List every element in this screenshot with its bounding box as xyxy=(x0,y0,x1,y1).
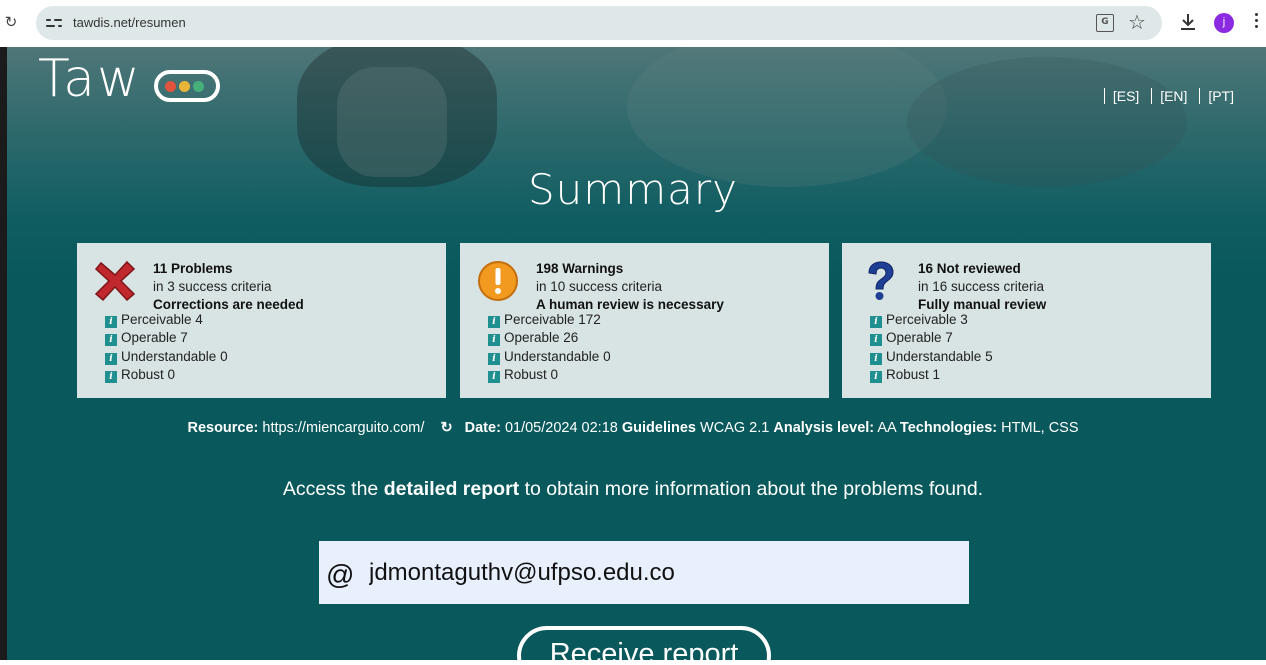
list-item[interactable]: i Perceivable 3 xyxy=(870,311,993,329)
list-item[interactable]: i Perceivable 172 xyxy=(488,311,611,329)
list-item[interactable]: i Robust 1 xyxy=(870,366,993,384)
info-icon[interactable]: i xyxy=(488,370,500,383)
guidelines-value: WCAG 2.1 xyxy=(700,420,770,436)
detailed-report-link[interactable]: detailed report xyxy=(384,478,519,500)
list-item[interactable]: i Operable 26 xyxy=(488,329,611,347)
info-icon[interactable]: i xyxy=(105,334,117,347)
list-item[interactable]: i Robust 0 xyxy=(105,366,228,384)
list-item[interactable]: i Understandable 0 xyxy=(105,348,228,366)
not-reviewed-criteria: in 16 success criteria xyxy=(918,279,1045,294)
warnings-criteria: in 10 success criteria xyxy=(536,279,663,294)
analysis-metadata: Resource: https://miencarguito.com/ ↻ Da… xyxy=(0,420,1266,436)
list-item[interactable]: i Operable 7 xyxy=(105,329,228,347)
left-edge xyxy=(0,47,7,665)
problems-note: Corrections are needed xyxy=(153,297,304,312)
level-value: AA xyxy=(877,420,896,436)
site-info-icon[interactable] xyxy=(46,15,62,31)
problems-count: 11 Problems xyxy=(153,261,233,276)
email-field-container: @ xyxy=(319,541,969,604)
warnings-count: 198 Warnings xyxy=(536,261,624,276)
lang-pt-link[interactable]: [PT] xyxy=(1199,88,1234,104)
resource-label: Resource: xyxy=(187,420,259,436)
list-item[interactable]: i Understandable 0 xyxy=(488,348,611,366)
list-item[interactable]: i Operable 7 xyxy=(870,329,993,347)
info-icon[interactable]: i xyxy=(870,352,882,365)
download-icon[interactable] xyxy=(1178,12,1198,32)
language-switcher: [ES] [EN] [PT] xyxy=(1096,88,1234,104)
not-reviewed-summary: 16 Not reviewed in 16 success criteria F… xyxy=(918,260,1046,314)
list-item[interactable]: i Robust 0 xyxy=(488,366,611,384)
url-text[interactable]: tawdis.net/resumen xyxy=(73,15,186,30)
not-reviewed-card: 16 Not reviewed in 16 success criteria F… xyxy=(842,243,1211,398)
list-item[interactable]: i Perceivable 4 xyxy=(105,311,228,329)
address-bar[interactable]: tawdis.net/resumen G ☆ xyxy=(36,6,1162,40)
profile-avatar[interactable]: j xyxy=(1214,13,1234,33)
info-icon[interactable]: i xyxy=(488,316,500,328)
not-reviewed-note: Fully manual review xyxy=(918,297,1047,312)
reload-icon[interactable]: ↻ xyxy=(3,12,19,32)
resource-url[interactable]: https://miencarguito.com/ xyxy=(262,420,424,436)
orange-exclamation-icon xyxy=(478,261,518,301)
refresh-icon[interactable]: ↻ xyxy=(440,420,452,436)
email-field[interactable] xyxy=(369,553,949,593)
info-icon[interactable]: i xyxy=(488,352,500,365)
date-label: Date: xyxy=(464,420,501,436)
problems-summary: 11 Problems in 3 success criteria Correc… xyxy=(153,260,304,314)
warnings-summary: 198 Warnings in 10 success criteria A hu… xyxy=(536,260,724,314)
problems-criteria: in 3 success criteria xyxy=(153,279,272,294)
problems-principles-list: i Perceivable 4 i Operable 7 i Understandab… xyxy=(105,311,228,384)
technologies-label: Technologies: xyxy=(899,420,998,436)
list-item[interactable]: i Understandable 5 xyxy=(870,348,993,366)
bookmark-star-icon[interactable]: ☆ xyxy=(1128,11,1146,33)
info-icon[interactable]: i xyxy=(870,334,882,347)
at-icon: @ xyxy=(326,559,355,590)
access-report-text: Access the detailed report to obtain mor… xyxy=(282,478,984,500)
page-title: Summary xyxy=(528,165,738,214)
info-icon[interactable]: i xyxy=(105,352,117,365)
not-reviewed-principles-list: i Perceivable 3 i Operable 7 i Understandab… xyxy=(870,311,993,384)
red-cross-icon xyxy=(94,260,136,302)
browser-menu-icon[interactable] xyxy=(1255,13,1259,33)
level-label: Analysis level: xyxy=(773,420,875,436)
warnings-note: A human review is necessary xyxy=(536,297,724,312)
not-reviewed-count: 16 Not reviewed xyxy=(918,261,1021,276)
traffic-light-icon xyxy=(154,70,220,102)
warnings-principles-list: i Perceivable 172 i Operable 26 i Understan… xyxy=(488,311,611,384)
info-icon[interactable]: i xyxy=(105,370,117,383)
warnings-card: 198 Warnings in 10 success criteria A hu… xyxy=(460,243,829,398)
problems-card: 11 Problems in 3 success criteria Correc… xyxy=(77,243,446,398)
date-value: 01/05/2024 02:18 xyxy=(504,420,618,436)
guidelines-label: Guidelines xyxy=(621,420,696,436)
info-icon[interactable]: i xyxy=(870,316,882,328)
translate-icon[interactable]: G xyxy=(1096,14,1114,32)
info-icon[interactable]: i xyxy=(105,316,117,328)
bottom-strip xyxy=(0,660,1266,665)
info-icon[interactable]: i xyxy=(488,334,500,347)
info-icon[interactable]: i xyxy=(870,370,882,383)
technologies-value: HTML, CSS xyxy=(1001,420,1079,436)
logo-text: Taw xyxy=(38,49,142,109)
browser-toolbar: ↻ tawdis.net/resumen G ☆ j xyxy=(0,0,1266,47)
lang-en-link[interactable]: [EN] xyxy=(1151,88,1188,104)
blue-question-icon xyxy=(868,261,894,300)
page: Taw [ES] [EN] [PT] Summary 11 Problems i… xyxy=(0,47,1266,665)
lang-es-link[interactable]: [ES] xyxy=(1103,88,1140,104)
